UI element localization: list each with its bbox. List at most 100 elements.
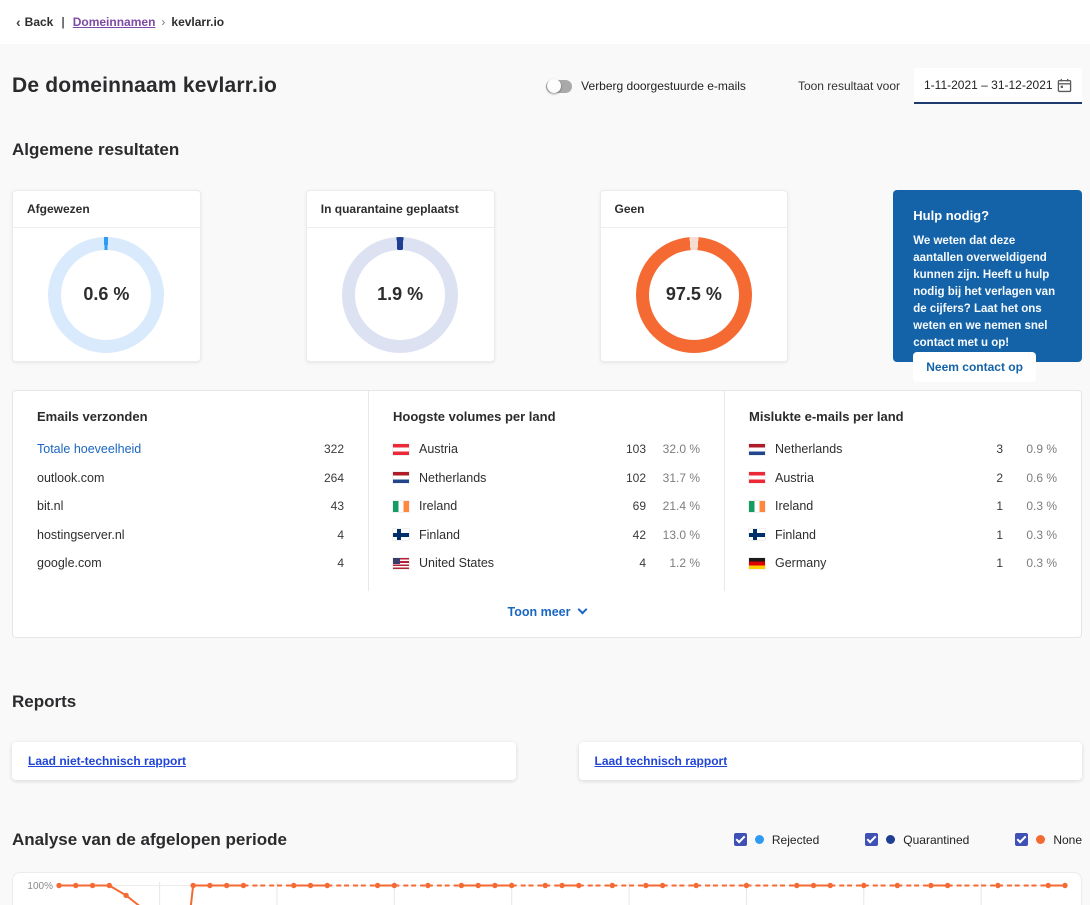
stats-row: Ireland10.3 % <box>749 499 1057 513</box>
hide-forwarded-toggle-group: Verberg doorgestuurde e-mails <box>546 79 746 93</box>
back-button[interactable]: ‹ Back <box>16 14 53 30</box>
flag-austria-icon <box>749 472 765 483</box>
flag-ireland-icon <box>749 501 765 512</box>
stats-row: Austria20.6 % <box>749 471 1057 485</box>
toggle-knob <box>547 79 561 93</box>
hide-forwarded-toggle[interactable] <box>546 80 572 93</box>
stats-percent: 21.4 % <box>646 499 700 513</box>
flag-ireland-icon <box>393 501 409 512</box>
chevron-right-icon: › <box>161 15 165 29</box>
calendar-icon[interactable] <box>1057 78 1072 93</box>
stats-count: 3 <box>967 442 1003 456</box>
non-technical-report-link[interactable]: Laad niet-technisch rapport <box>28 754 186 768</box>
section-title-reports: Reports <box>12 692 1082 712</box>
stats-percent: 1.2 % <box>646 556 700 570</box>
date-range-value: 1-11-2021 – 31-12-2021 <box>924 78 1057 92</box>
show-more-button[interactable]: Toon meer <box>13 591 1081 637</box>
stats-row: Finland4213.0 % <box>393 528 700 542</box>
card-quarantaine-title: In quarantaine geplaatst <box>307 191 494 228</box>
stats-label: bit.nl <box>37 499 331 513</box>
legend-item-quarantined: Quarantined <box>865 833 969 847</box>
date-range-input[interactable]: 1-11-2021 – 31-12-2021 <box>914 68 1082 104</box>
stats-percent: 0.3 % <box>1003 499 1057 513</box>
back-label: Back <box>25 15 54 29</box>
stats-label: Austria <box>775 471 967 485</box>
stats-count: 2 <box>967 471 1003 485</box>
stats-percent: 0.3 % <box>1003 556 1057 570</box>
stats-count: 103 <box>610 442 646 456</box>
stats-row: bit.nl43 <box>37 499 344 513</box>
flag-finland-icon <box>393 529 409 540</box>
legend-dot-none <box>1036 835 1045 844</box>
stats-row: Netherlands30.9 % <box>749 442 1057 456</box>
donut-chart-geen: 97.5 % <box>636 237 752 353</box>
donut-chart-quarantaine: 1.9 % <box>342 237 458 353</box>
report-card-non-technical: Laad niet-technisch rapport <box>12 742 516 780</box>
analysis-line-chart: 100%90% <box>13 873 1081 905</box>
chart-legend: Rejected Quarantined None <box>734 833 1082 847</box>
stats-label: Germany <box>775 556 967 570</box>
stats-percent: 0.6 % <box>1003 471 1057 485</box>
stats-row: United States41.2 % <box>393 556 700 570</box>
stats-count: 1 <box>967 556 1003 570</box>
report-card-technical: Laad technisch rapport <box>579 742 1083 780</box>
stats-label: Austria <box>419 442 610 456</box>
stats-percent: 13.0 % <box>646 528 700 542</box>
date-filter: Toon resultaat voor 1-11-2021 – 31-12-20… <box>798 68 1082 104</box>
card-geen-title: Geen <box>601 191 788 228</box>
legend-checkbox-none[interactable] <box>1015 833 1028 846</box>
stats-row: Austria10332.0 % <box>393 442 700 456</box>
breadcrumb-domeinnamen-link[interactable]: Domeinnamen <box>73 15 156 29</box>
stats-row: google.com4 <box>37 556 344 570</box>
toggle-label: Verberg doorgestuurde e-mails <box>581 79 746 93</box>
section-title-analysis: Analyse van de afgelopen periode <box>12 830 287 850</box>
stats-label: Finland <box>775 528 967 542</box>
stats-column: Hoogste volumes per landAustria10332.0 %… <box>369 391 725 591</box>
stats-row: outlook.com264 <box>37 471 344 485</box>
stats-row: hostingserver.nl4 <box>37 528 344 542</box>
svg-text:100%: 100% <box>27 881 53 892</box>
contact-button[interactable]: Neem contact op <box>913 352 1036 382</box>
stats-label: Ireland <box>775 499 967 513</box>
section-title-general: Algemene resultaten <box>12 140 1082 160</box>
stats-count: 1 <box>967 528 1003 542</box>
stats-percent: 0.3 % <box>1003 528 1057 542</box>
card-geen: Geen 97.5 % <box>600 190 789 362</box>
stats-label: United States <box>419 556 610 570</box>
flag-austria-icon <box>393 444 409 455</box>
legend-checkbox-quarantined[interactable] <box>865 833 878 846</box>
stats-value: 43 <box>331 499 344 513</box>
chevron-left-icon: ‹ <box>16 14 21 30</box>
stats-label: google.com <box>37 556 337 570</box>
flag-germany-icon <box>749 558 765 569</box>
stats-value: 4 <box>337 528 344 542</box>
stats-total-link[interactable]: Totale hoeveelheid <box>37 442 324 456</box>
flag-finland-icon <box>749 529 765 540</box>
donut-chart-afgewezen: 0.6 % <box>48 237 164 353</box>
help-card: Hulp nodig? We weten dat deze aantallen … <box>893 190 1082 362</box>
stats-label: Netherlands <box>419 471 610 485</box>
donut-geen-value: 97.5 % <box>666 284 722 305</box>
help-card-body: We weten dat deze aantallen overweldigen… <box>913 233 1062 352</box>
stats-column: Mislukte e-mails per landNetherlands30.9… <box>725 391 1081 591</box>
legend-label: None <box>1053 833 1082 847</box>
breadcrumb-separator: | <box>61 15 64 29</box>
analysis-chart-card: 100%90% <box>12 872 1082 905</box>
stats-row: Totale hoeveelheid322 <box>37 442 344 456</box>
legend-checkbox-rejected[interactable] <box>734 833 747 846</box>
stats-table-card: Emails verzondenTotale hoeveelheid322out… <box>12 390 1082 638</box>
technical-report-link[interactable]: Laad technisch rapport <box>595 754 728 768</box>
reports-row: Laad niet-technisch rapport Laad technis… <box>12 742 1082 780</box>
stats-label: Ireland <box>419 499 610 513</box>
stats-label: Netherlands <box>775 442 967 456</box>
breadcrumb: ‹ Back | Domeinnamen › kevlarr.io <box>0 0 1090 44</box>
stats-percent: 32.0 % <box>646 442 700 456</box>
stats-count: 4 <box>610 556 646 570</box>
legend-item-rejected: Rejected <box>734 833 819 847</box>
card-quarantaine: In quarantaine geplaatst 1.9 % <box>306 190 495 362</box>
stats-columns: Emails verzondenTotale hoeveelheid322out… <box>13 391 1081 591</box>
stats-label: hostingserver.nl <box>37 528 337 542</box>
general-results-cards: Afgewezen 0.6 % In quarantaine geplaatst… <box>12 190 1082 362</box>
stats-value: 4 <box>337 556 344 570</box>
card-afgewezen: Afgewezen 0.6 % <box>12 190 201 362</box>
